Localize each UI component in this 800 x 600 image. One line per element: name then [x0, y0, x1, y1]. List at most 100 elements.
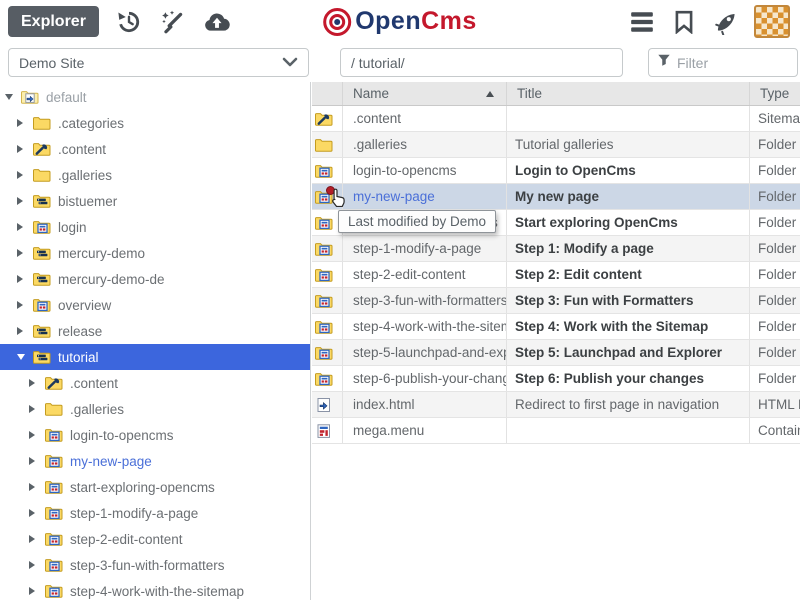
- tree-item-bistuemer[interactable]: bistuemer: [0, 188, 310, 214]
- page-folder-icon[interactable]: [314, 293, 333, 309]
- column-header-icon[interactable]: [312, 82, 343, 105]
- table-row-dot-galleries[interactable]: .galleriesTutorial galleriesFolder: [312, 132, 800, 158]
- collapse-toggle-icon[interactable]: [17, 354, 27, 360]
- content-page-icon[interactable]: [314, 423, 333, 439]
- table-row-step-5-launchpad-and-explorer[interactable]: step-5-launchpad-and-explorerStep 5: Lau…: [312, 340, 800, 366]
- resource-icon-cell[interactable]: [312, 262, 343, 287]
- launchpad-icon[interactable]: [754, 5, 790, 38]
- table-row-step-4-work-with-the-sitemap[interactable]: step-4-work-with-the-sitemapStep 4: Work…: [312, 314, 800, 340]
- resource-icon-cell[interactable]: [312, 236, 343, 261]
- resource-name[interactable]: my-new-page: [343, 184, 507, 209]
- resource-name[interactable]: login-to-opencms: [343, 158, 507, 183]
- resource-name[interactable]: step-4-work-with-the-sitemap: [343, 314, 507, 339]
- resource-name[interactable]: step-5-launchpad-and-explorer: [343, 340, 507, 365]
- resource-icon-cell[interactable]: [312, 288, 343, 313]
- tree-item-my-new-page[interactable]: my-new-page: [0, 448, 310, 474]
- resource-name[interactable]: mega.menu: [343, 418, 507, 443]
- resource-icon-cell[interactable]: [312, 418, 343, 443]
- resource-icon-cell[interactable]: [312, 314, 343, 339]
- tree-item-dot-content[interactable]: .content: [0, 370, 310, 396]
- page-folder-icon[interactable]: [314, 319, 333, 335]
- table-row-login-to-opencms[interactable]: login-to-opencmsLogin to OpenCmsFolder: [312, 158, 800, 184]
- resource-name[interactable]: step-3-fun-with-formatters: [343, 288, 507, 313]
- expand-toggle-icon[interactable]: [17, 301, 27, 309]
- tree-item-step-4-work-with-the-sitemap[interactable]: step-4-work-with-the-sitemap: [0, 578, 310, 600]
- tree-item-step-1-modify-a-page[interactable]: step-1-modify-a-page: [0, 500, 310, 526]
- tree-item-start-exploring-opencms[interactable]: start-exploring-opencms: [0, 474, 310, 500]
- expand-toggle-icon[interactable]: [17, 223, 27, 231]
- page-folder-icon[interactable]: [314, 267, 333, 283]
- page-folder-icon[interactable]: [314, 189, 333, 205]
- page-folder-icon[interactable]: [314, 215, 333, 231]
- expand-toggle-icon[interactable]: [29, 431, 39, 439]
- redirect-page-icon[interactable]: [314, 397, 333, 413]
- resource-icon-cell[interactable]: [312, 158, 343, 183]
- table-row-dot-content[interactable]: .contentSitemap configuration: [312, 106, 800, 132]
- wrench-folder-icon[interactable]: [314, 111, 333, 127]
- resource-name[interactable]: step-1-modify-a-page: [343, 236, 507, 261]
- tree-item-dot-content[interactable]: .content: [0, 136, 310, 162]
- tree-item-step-2-edit-content[interactable]: step-2-edit-content: [0, 526, 310, 552]
- expand-toggle-icon[interactable]: [29, 483, 39, 491]
- resource-icon-cell[interactable]: [312, 184, 343, 209]
- expand-toggle-icon[interactable]: [17, 145, 27, 153]
- tree-item-step-3-fun-with-formatters[interactable]: step-3-fun-with-formatters: [0, 552, 310, 578]
- filter-input[interactable]: [677, 55, 789, 71]
- expand-toggle-icon[interactable]: [29, 587, 39, 595]
- resource-name[interactable]: step-2-edit-content: [343, 262, 507, 287]
- collapse-toggle-icon[interactable]: [5, 94, 15, 100]
- expand-toggle-icon[interactable]: [29, 535, 39, 543]
- resource-name[interactable]: .galleries: [343, 132, 507, 157]
- expand-toggle-icon[interactable]: [29, 457, 39, 465]
- resource-icon-cell[interactable]: [312, 340, 343, 365]
- table-row-index.html[interactable]: index.htmlRedirect to first page in navi…: [312, 392, 800, 418]
- history-icon[interactable]: [115, 8, 143, 36]
- rocket-icon[interactable]: [712, 8, 740, 36]
- expand-toggle-icon[interactable]: [29, 509, 39, 517]
- tree-item-dot-galleries[interactable]: .galleries: [0, 396, 310, 422]
- expand-toggle-icon[interactable]: [17, 119, 27, 127]
- folder-icon[interactable]: [314, 137, 333, 153]
- resource-icon-cell[interactable]: [312, 132, 343, 157]
- column-header-name[interactable]: Name: [343, 82, 507, 105]
- table-row-mega.menu[interactable]: mega.menuContainer page: [312, 418, 800, 444]
- tree-item-login-to-opencms[interactable]: login-to-opencms: [0, 422, 310, 448]
- expand-toggle-icon[interactable]: [17, 327, 27, 335]
- tree-item-overview[interactable]: overview: [0, 292, 310, 318]
- expand-toggle-icon[interactable]: [29, 379, 39, 387]
- table-row-my-new-page[interactable]: my-new-pageMy new pageFolder: [312, 184, 800, 210]
- column-header-title[interactable]: Title: [507, 82, 750, 105]
- expand-toggle-icon[interactable]: [17, 275, 27, 283]
- tree-item-login[interactable]: login: [0, 214, 310, 240]
- resource-icon-cell[interactable]: [312, 106, 343, 131]
- menu-icon[interactable]: [628, 8, 656, 36]
- tree-item-mercury-demo-de[interactable]: mercury-demo-de: [0, 266, 310, 292]
- site-selector[interactable]: Demo Site: [8, 48, 309, 77]
- resource-name[interactable]: index.html: [343, 392, 507, 417]
- magic-wand-icon[interactable]: [159, 8, 187, 36]
- tree-item-release[interactable]: release: [0, 318, 310, 344]
- resource-name[interactable]: step-6-publish-your-changes: [343, 366, 507, 391]
- table-row-step-2-edit-content[interactable]: step-2-edit-contentStep 2: Edit contentF…: [312, 262, 800, 288]
- expand-toggle-icon[interactable]: [17, 249, 27, 257]
- upload-icon[interactable]: [203, 8, 231, 36]
- page-folder-icon[interactable]: [314, 345, 333, 361]
- expand-toggle-icon[interactable]: [17, 171, 27, 179]
- page-folder-icon[interactable]: [314, 371, 333, 387]
- tree-item-tutorial[interactable]: tutorial: [0, 344, 310, 370]
- tree-item-dot-categories[interactable]: .categories: [0, 110, 310, 136]
- expand-toggle-icon[interactable]: [29, 561, 39, 569]
- column-header-type[interactable]: Type: [750, 82, 800, 105]
- tree-item-default[interactable]: default: [0, 84, 310, 110]
- bookmark-icon[interactable]: [670, 8, 698, 36]
- tree-item-mercury-demo[interactable]: mercury-demo: [0, 240, 310, 266]
- table-row-step-6-publish-your-changes[interactable]: step-6-publish-your-changesStep 6: Publi…: [312, 366, 800, 392]
- path-input[interactable]: [340, 48, 623, 77]
- table-row-step-1-modify-a-page[interactable]: step-1-modify-a-pageStep 1: Modify a pag…: [312, 236, 800, 262]
- resource-icon-cell[interactable]: [312, 366, 343, 391]
- expand-toggle-icon[interactable]: [17, 197, 27, 205]
- explorer-button[interactable]: Explorer: [8, 6, 99, 37]
- tree-item-dot-galleries[interactable]: .galleries: [0, 162, 310, 188]
- table-row-step-3-fun-with-formatters[interactable]: step-3-fun-with-formattersStep 3: Fun wi…: [312, 288, 800, 314]
- resource-icon-cell[interactable]: [312, 392, 343, 417]
